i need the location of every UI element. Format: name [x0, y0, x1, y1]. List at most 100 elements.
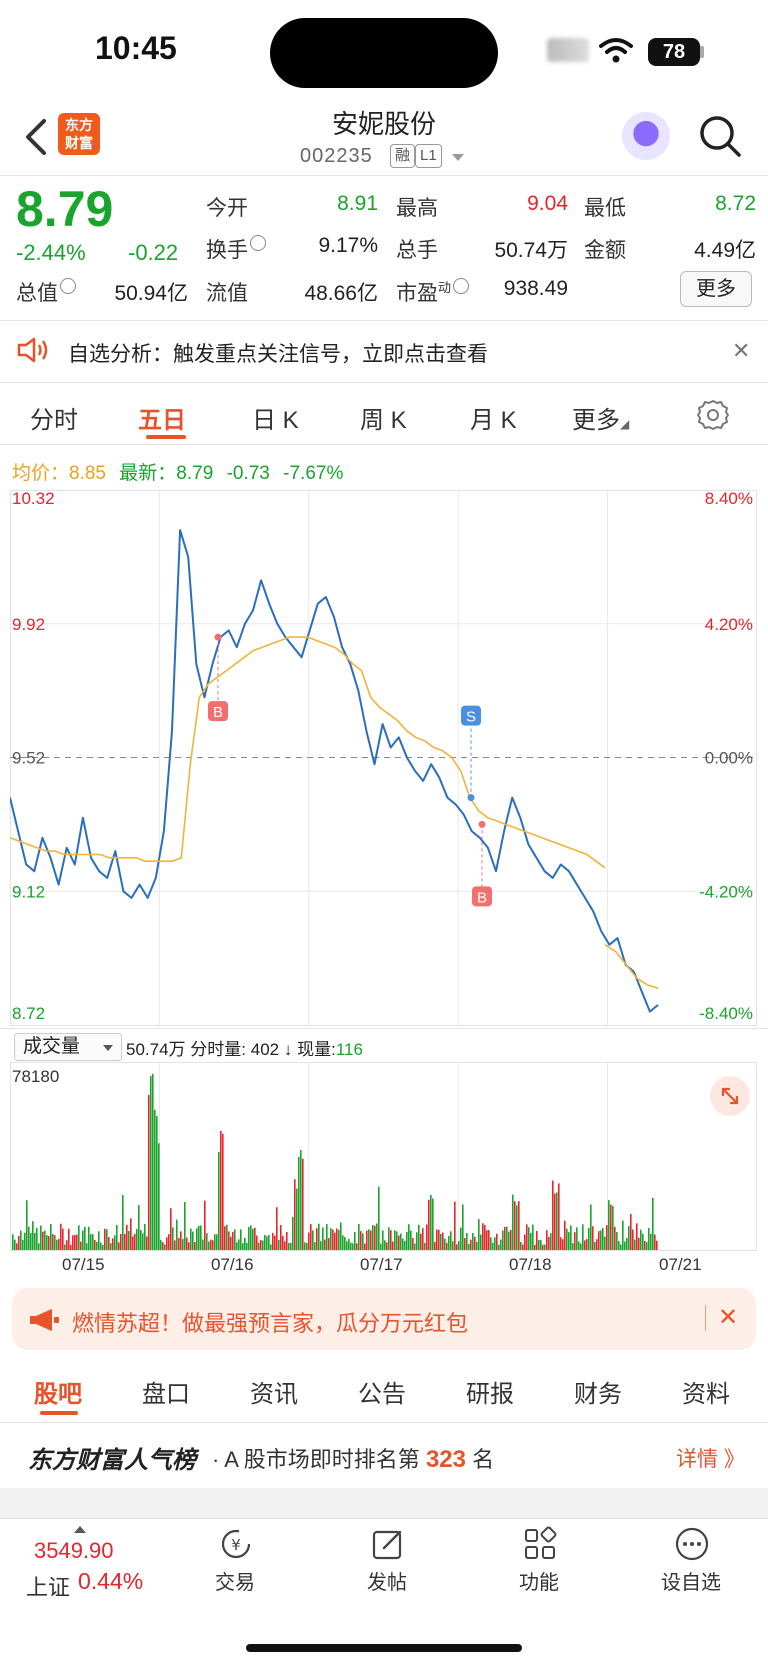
trade-marker-dot: [467, 794, 475, 802]
volume-bar: [110, 1243, 112, 1250]
tab-profile[interactable]: 资料: [682, 1374, 730, 1409]
date-label: 07/18: [509, 1255, 552, 1274]
close-icon[interactable]: ✕: [718, 1303, 738, 1332]
pe-label[interactable]: 市盈动: [396, 277, 470, 307]
more-button[interactable]: 更多: [680, 271, 752, 307]
volume-bar: [526, 1224, 528, 1250]
search-icon[interactable]: [698, 114, 742, 158]
volume-bar: [338, 1229, 340, 1250]
volume-bar: [270, 1244, 272, 1250]
volume-bar: [376, 1223, 378, 1250]
tab-intraday[interactable]: 分时: [30, 400, 78, 435]
volume-bar: [144, 1223, 146, 1250]
price-chart[interactable]: 10.32 9.92 9.52 9.12 8.72 8.40% 4.20% 0.00% -4.2…: [10, 490, 757, 1028]
volume-bar: [328, 1238, 330, 1250]
add-watchlist-button[interactable]: 设自选: [646, 1566, 736, 1595]
promo-text[interactable]: 燃情苏超！做最强预言家，瓜分万元红包: [72, 1306, 468, 1338]
volume-chart[interactable]: 78180: [10, 1062, 757, 1252]
volume-bar: [72, 1235, 74, 1250]
turnover-label[interactable]: 换手: [206, 234, 266, 264]
volume-bar: [460, 1227, 462, 1250]
trade-button[interactable]: 交易: [190, 1566, 280, 1595]
tab-more[interactable]: 更多◢: [572, 400, 629, 435]
volume-bar: [458, 1241, 460, 1250]
volume-bar: [538, 1239, 540, 1250]
volume-bar: [246, 1242, 248, 1250]
expand-up-icon[interactable]: [74, 1526, 86, 1533]
volume-bar: [266, 1236, 268, 1250]
volume-bar: [56, 1239, 58, 1250]
close-icon[interactable]: ✕: [732, 338, 750, 364]
volume-bar: [70, 1244, 72, 1250]
tab-pankou[interactable]: 盘口: [142, 1374, 190, 1409]
trade-icon[interactable]: ¥: [218, 1526, 254, 1562]
volume-bar: [566, 1228, 568, 1250]
index-percent[interactable]: 0.44%: [78, 1568, 143, 1595]
volume-bar: [464, 1238, 466, 1250]
mktcap-label[interactable]: 总值: [16, 277, 76, 307]
index-value[interactable]: 3549.90: [34, 1538, 114, 1564]
index-name[interactable]: 上证: [26, 1570, 70, 1602]
tab-finance[interactable]: 财务: [574, 1374, 622, 1409]
apps-grid-icon[interactable]: [522, 1526, 558, 1562]
indicator-select[interactable]: 成交量: [14, 1033, 122, 1061]
volume-bar: [424, 1242, 426, 1250]
tab-announcements[interactable]: 公告: [358, 1374, 406, 1409]
tab-daily-k[interactable]: 日 K: [252, 400, 299, 435]
volume-bar: [604, 1236, 606, 1250]
more-dots-icon[interactable]: [674, 1526, 710, 1562]
rank-post: 名: [472, 1447, 495, 1472]
volume-bar: [146, 1236, 148, 1250]
chevron-down-icon[interactable]: [452, 154, 464, 161]
mktcap-value: 50.94亿: [114, 282, 188, 305]
date-label: 07/16: [211, 1255, 254, 1274]
y-pct-tick-label: 4.20%: [705, 615, 753, 634]
tab-news[interactable]: 资讯: [250, 1374, 298, 1409]
divider: [0, 175, 768, 176]
functions-button[interactable]: 功能: [494, 1566, 584, 1595]
rank-text[interactable]: · A 股市场即时排名第 323 名: [212, 1442, 494, 1474]
volume-bar: [532, 1224, 534, 1250]
volume-bar: [626, 1238, 628, 1250]
info-icon[interactable]: [453, 278, 470, 294]
analysis-banner-text[interactable]: 自选分析：触发重点关注信号，立即点击查看: [68, 338, 488, 368]
volume-bar: [172, 1227, 174, 1250]
volume-bar: [318, 1223, 320, 1250]
info-icon[interactable]: [60, 278, 76, 294]
info-icon[interactable]: [250, 235, 266, 251]
volume-bar: [332, 1229, 334, 1250]
post-button[interactable]: 发帖: [342, 1566, 432, 1595]
volume-bar: [646, 1242, 648, 1250]
volume-bar: [292, 1216, 294, 1250]
volume-bar: [170, 1208, 172, 1250]
promo-divider: [705, 1305, 706, 1331]
volume-bar: [106, 1229, 108, 1250]
tab-weekly-k[interactable]: 周 K: [360, 400, 407, 435]
volume-bar: [68, 1228, 70, 1250]
volume-bar: [346, 1241, 348, 1250]
volume-bar: [200, 1225, 202, 1250]
volume-bar: [342, 1235, 344, 1250]
volume-bar: [194, 1241, 196, 1250]
expand-icon[interactable]: [710, 1076, 750, 1116]
detail-link[interactable]: 详情 》: [676, 1443, 745, 1473]
volume-max-label: 78180: [12, 1067, 59, 1086]
volume-bar: [100, 1242, 102, 1250]
volume-bar: [372, 1225, 374, 1250]
volume-bar: [242, 1243, 244, 1250]
gear-icon[interactable]: [696, 398, 730, 432]
edit-post-icon[interactable]: [370, 1526, 406, 1562]
tab-five-day[interactable]: 五日: [138, 400, 186, 435]
volume-bar: [490, 1237, 492, 1250]
status-time: 10:45: [95, 30, 177, 66]
volume-bar: [466, 1233, 468, 1250]
tab-research[interactable]: 研报: [466, 1374, 514, 1409]
tab-monthly-k[interactable]: 月 K: [470, 400, 517, 435]
volume-bar: [398, 1235, 400, 1250]
volume-bar: [522, 1244, 524, 1250]
volume-bar: [598, 1231, 600, 1250]
robot-assistant-icon[interactable]: [622, 112, 670, 160]
volume-bar: [308, 1232, 310, 1250]
volume-bar: [446, 1242, 448, 1250]
tab-guba[interactable]: 股吧: [34, 1374, 82, 1409]
